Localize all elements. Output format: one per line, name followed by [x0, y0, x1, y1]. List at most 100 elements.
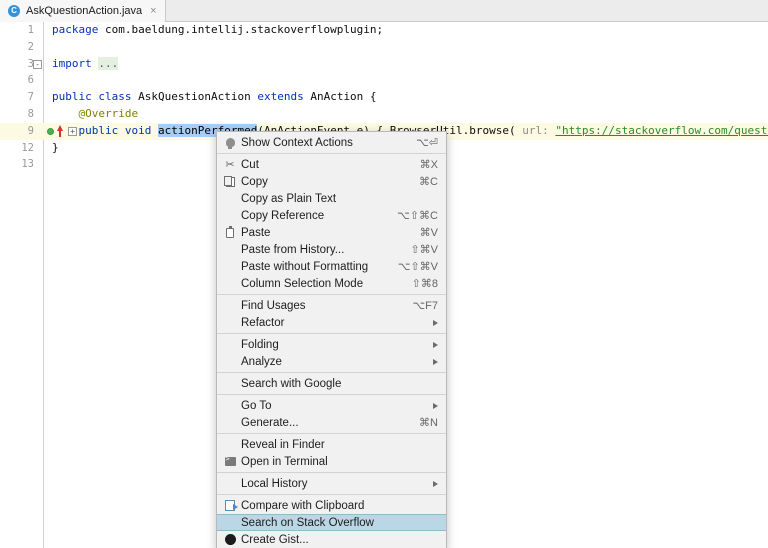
paste-icon [223, 226, 237, 240]
menu-separator [217, 494, 446, 495]
editor-tab-askquestionaction[interactable]: C AskQuestionAction.java × [0, 0, 166, 22]
menu-item-label: Reveal in Finder [241, 438, 325, 451]
code-token: extends [257, 90, 304, 104]
menu-item-folding[interactable]: Folding [217, 336, 446, 353]
menu-item-label: Cut [241, 158, 259, 171]
menu-item-open-in-terminal[interactable]: Open in Terminal [217, 453, 446, 470]
menu-item-label: Create Gist... [241, 533, 309, 546]
menu-item-label: Search with Google [241, 377, 342, 390]
menu-item-search-with-google[interactable]: Search with Google [217, 375, 446, 392]
line-number: 2 [27, 40, 34, 53]
line-number: 9 [27, 124, 34, 137]
code-token: package [52, 23, 99, 36]
menu-item-label: Local History [241, 477, 308, 490]
menu-item-show-context-actions[interactable]: Show Context Actions ⌥⏎ [217, 134, 446, 151]
menu-separator [217, 333, 446, 334]
code-token: ( [509, 123, 523, 137]
fold-toggle-icon[interactable]: - [33, 59, 42, 69]
menu-item-label: Show Context Actions [241, 136, 353, 149]
menu-item-label: Analyze [241, 355, 282, 368]
menu-item-local-history[interactable]: Local History [217, 475, 446, 492]
menu-item-label: Find Usages [241, 299, 306, 312]
menu-item-shortcut: ⌘X [419, 159, 438, 171]
menu-item-paste-without-formatting[interactable]: Paste without Formatting ⌥⇧⌘V [217, 258, 446, 275]
line-number: 8 [27, 107, 34, 120]
menu-item-label: Copy as Plain Text [241, 192, 337, 205]
menu-separator [217, 294, 446, 295]
menu-item-analyze[interactable]: Analyze [217, 353, 446, 370]
menu-item-label: Refactor [241, 316, 285, 329]
menu-item-shortcut: ⌘C [419, 176, 438, 188]
code-line[interactable]: 8 @Override [0, 106, 768, 123]
code-line[interactable]: 1 package com.baeldung.intellij.stackover… [0, 22, 768, 39]
code-text: public class AskQuestionAction extends A… [52, 89, 377, 106]
menu-item-create-gist[interactable]: Create Gist... [217, 531, 446, 548]
menu-item-icon-placeholder [223, 316, 237, 330]
menu-item-icon-placeholder [223, 192, 237, 206]
menu-item-paste-from-history[interactable]: Paste from History... ⇧⌘V [217, 241, 446, 258]
code-token: @Override [78, 106, 139, 120]
menu-item-label: Compare with Clipboard [241, 499, 365, 512]
code-token: public [52, 90, 92, 104]
menu-separator [217, 433, 446, 434]
close-icon[interactable]: × [150, 5, 156, 17]
menu-item-label: Search on Stack Overflow [241, 516, 374, 529]
code-token: AnAction { [303, 90, 377, 104]
code-text: package com.baeldung.intellij.stackoverf… [52, 22, 383, 39]
menu-item-label: Paste [241, 226, 271, 239]
compare-icon [223, 499, 238, 513]
menu-item-refactor[interactable]: Refactor [217, 314, 446, 331]
menu-item-shortcut: ⌥F7 [412, 300, 438, 312]
code-token: public [78, 123, 119, 137]
menu-item-label: Open in Terminal [241, 455, 328, 468]
menu-item-compare-with-clipboard[interactable]: Compare with Clipboard [217, 497, 446, 514]
menu-item-shortcut: ⇧⌘V [410, 244, 438, 256]
code-token: AskQuestionAction [131, 90, 258, 104]
menu-item-paste[interactable]: Paste ⌘V [217, 224, 446, 241]
code-line[interactable]: 2 [0, 39, 768, 56]
java-class-icon: C [8, 5, 20, 17]
menu-item-copy[interactable]: Copy ⌘C [217, 173, 446, 190]
ide-window: C AskQuestionAction.java × 1 package com.… [0, 0, 768, 548]
menu-item-shortcut: ⌥⇧⌘V [397, 261, 438, 273]
menu-item-shortcut: ⌘V [419, 227, 438, 239]
menu-item-copy-as-plain-text[interactable]: Copy as Plain Text [217, 190, 446, 207]
chevron-right-icon [433, 319, 438, 326]
menu-item-reveal-in-finder[interactable]: Reveal in Finder [217, 436, 446, 453]
menu-item-label: Copy [241, 175, 268, 188]
editor-tab-bar: C AskQuestionAction.java × [0, 0, 768, 22]
lightbulb-icon [223, 136, 237, 150]
line-number: 6 [27, 74, 34, 87]
terminal-icon [223, 455, 237, 469]
menu-item-label: Folding [241, 338, 279, 351]
menu-item-find-usages[interactable]: Find Usages ⌥F7 [217, 297, 446, 314]
editor-context-menu[interactable]: Show Context Actions ⌥⏎ ✂ Cut ⌘X Copy ⌘C Copy a… [216, 131, 447, 548]
menu-item-icon-placeholder [223, 477, 237, 491]
code-line[interactable]: 6 [0, 72, 768, 89]
menu-item-shortcut: ⇧⌘8 [411, 278, 438, 290]
code-token: com.baeldung.intellij.stackoverflowplugi… [98, 23, 384, 36]
github-icon [223, 533, 237, 547]
menu-item-label: Copy Reference [241, 209, 325, 222]
menu-item-go-to[interactable]: Go To [217, 397, 446, 414]
menu-item-column-selection-mode[interactable]: Column Selection Mode ⇧⌘8 [217, 275, 446, 292]
code-line[interactable]: 3- import ... [0, 56, 768, 73]
code-token: class [98, 90, 132, 104]
menu-item-label: Paste without Formatting [241, 260, 369, 273]
menu-item-icon-placeholder [223, 338, 237, 352]
menu-item-search-on-stack-overflow[interactable]: Search on Stack Overflow [217, 514, 446, 531]
menu-item-generate[interactable]: Generate... ⌘N [217, 414, 446, 431]
menu-item-shortcut: ⌥⏎ [416, 137, 438, 149]
menu-item-copy-reference[interactable]: Copy Reference ⌥⇧⌘C [217, 207, 446, 224]
menu-item-shortcut: ⌥⇧⌘C [397, 210, 438, 222]
menu-item-label: Go To [241, 399, 272, 412]
menu-item-cut[interactable]: ✂ Cut ⌘X [217, 156, 446, 173]
menu-separator [217, 372, 446, 373]
chevron-right-icon [433, 341, 438, 348]
code-text: } [52, 140, 59, 157]
code-line[interactable]: 7 public class AskQuestionAction extends … [0, 89, 768, 106]
chevron-right-icon [433, 402, 438, 409]
